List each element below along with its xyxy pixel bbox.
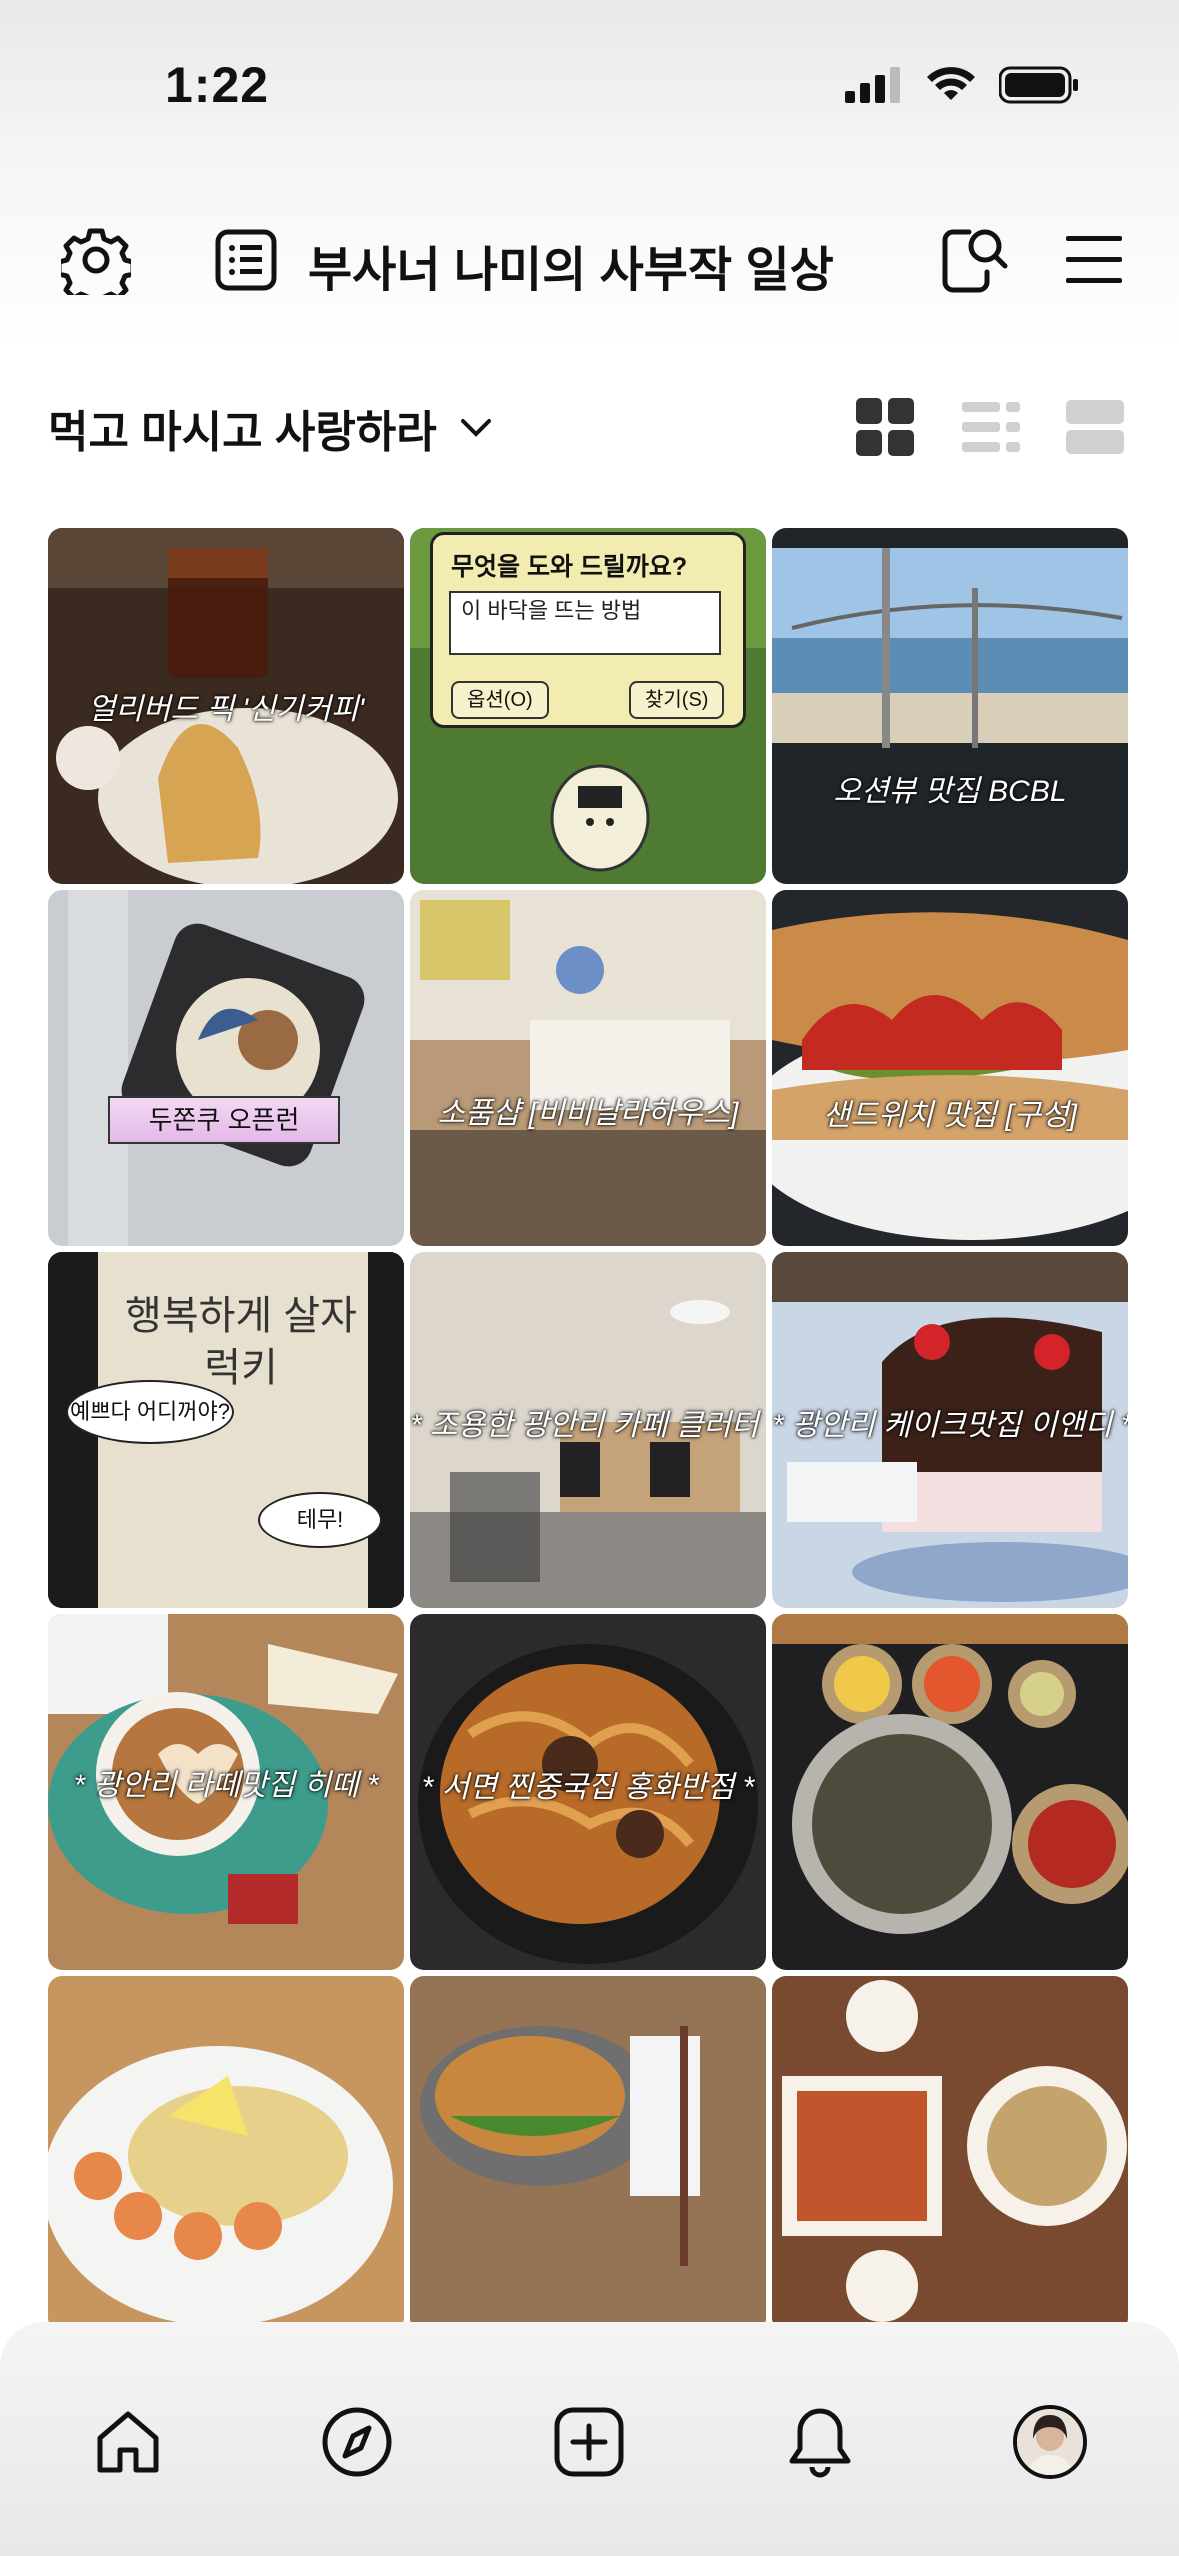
post-caption: 샌드위치 맛집 [구성] <box>822 1099 1078 1132</box>
post-thumbnail[interactable]: 소품샵 [비비날라하우스] <box>410 890 766 1246</box>
search-icon[interactable] <box>934 220 1014 300</box>
profile-avatar[interactable] <box>1010 2402 1090 2482</box>
speech-bubble: 테무! <box>258 1492 382 1548</box>
dialog-input: 이 바닥을 뜨는 방법 <box>449 591 721 655</box>
post-thumbnail[interactable]: 얼리버드 픽 '신기커피' <box>48 528 404 884</box>
post-thumbnail[interactable]: 샌드위치 맛집 [구성] <box>772 890 1128 1246</box>
assistant-dialog: 무엇을 도와 드릴까요? 이 바닥을 뜨는 방법 옵션(O) 찾기(S) <box>430 532 746 728</box>
signal-icon <box>845 67 900 103</box>
post-caption: * 조용한 광안리 카페 클러터 * <box>410 1409 766 1442</box>
compass-icon[interactable] <box>317 2402 397 2482</box>
post-caption: 얼리버드 픽 '신기커피' <box>87 693 365 726</box>
category-selector[interactable]: 먹고 마시고 사랑하라 <box>48 396 493 460</box>
post-grid: 얼리버드 픽 '신기커피' 무엇을 도와 드릴까요? 이 바닥을 뜨는 방법 옵… <box>48 528 1132 2332</box>
speech-bubble: 예쁘다 어디꺼야? <box>66 1380 234 1444</box>
album-view-icon[interactable] <box>1066 398 1124 456</box>
post-thumbnail[interactable]: 오션뷰 맛집 BCBL <box>772 528 1128 884</box>
post-thumbnail[interactable] <box>48 1976 404 2332</box>
post-thumbnail[interactable]: * 광안리 라떼맛집 히떼 * <box>48 1614 404 1970</box>
post-caption: * 광안리 케이크맛집 이앤디 * <box>772 1409 1128 1442</box>
post-thumbnail[interactable]: * 조용한 광안리 카페 클러터 * <box>410 1252 766 1608</box>
home-icon[interactable] <box>88 2402 168 2482</box>
battery-icon <box>999 66 1078 104</box>
blog-title[interactable]: 부사너 나미의 사부작 일상 <box>308 230 834 300</box>
grid-view-icon[interactable] <box>856 398 914 456</box>
menu-icon[interactable] <box>1054 220 1134 300</box>
dialog-options-button: 옵션(O) <box>451 681 549 719</box>
post-thumbnail[interactable]: * 광안리 케이크맛집 이앤디 * <box>772 1252 1128 1608</box>
chevron-down-icon <box>460 419 491 437</box>
post-caption: 소품샵 [비비날라하우스] <box>437 1097 739 1130</box>
post-thumbnail[interactable] <box>772 1614 1128 1970</box>
plus-icon[interactable] <box>549 2402 629 2482</box>
status-bar: 1:22 <box>0 0 1179 170</box>
category-title: 먹고 마시고 사랑하라 <box>48 408 437 457</box>
post-thumbnail[interactable]: 무엇을 도와 드릴까요? 이 바닥을 뜨는 방법 옵션(O) 찾기(S) <box>410 528 766 884</box>
post-caption: 두쫀쿠 오픈런 <box>108 1096 340 1144</box>
post-caption: 오션뷰 맛집 BCBL <box>833 775 1067 808</box>
post-caption: * 서면 찐중국집 홍화반점 * <box>421 1771 755 1804</box>
list-view-icon[interactable] <box>962 398 1020 456</box>
wifi-icon <box>927 67 975 100</box>
post-thumbnail[interactable] <box>410 1976 766 2332</box>
status-time: 1:22 <box>165 57 270 113</box>
blog-header: 부사너 나미의 사부작 일상 <box>0 170 1179 345</box>
post-thumbnail[interactable]: 두쫀쿠 오픈런 <box>48 890 404 1246</box>
bell-icon[interactable] <box>780 2402 860 2482</box>
post-thumbnail[interactable]: * 서면 찐중국집 홍화반점 * <box>410 1614 766 1970</box>
shirt-text: 행복하게 살자 럭키 <box>125 1294 357 1390</box>
post-thumbnail[interactable]: 행복하게 살자 럭키 예쁘다 어디꺼야? 테무! <box>48 1252 404 1608</box>
dialog-title: 무엇을 도와 드릴까요? <box>451 553 688 581</box>
post-caption: * 광안리 라떼맛집 히떼 * <box>73 1769 379 1802</box>
bottom-tab-bar <box>0 2322 1179 2556</box>
list-icon[interactable] <box>206 220 286 300</box>
gear-icon[interactable] <box>56 220 136 300</box>
dialog-find-button: 찾기(S) <box>629 681 725 719</box>
post-thumbnail[interactable] <box>772 1976 1128 2332</box>
